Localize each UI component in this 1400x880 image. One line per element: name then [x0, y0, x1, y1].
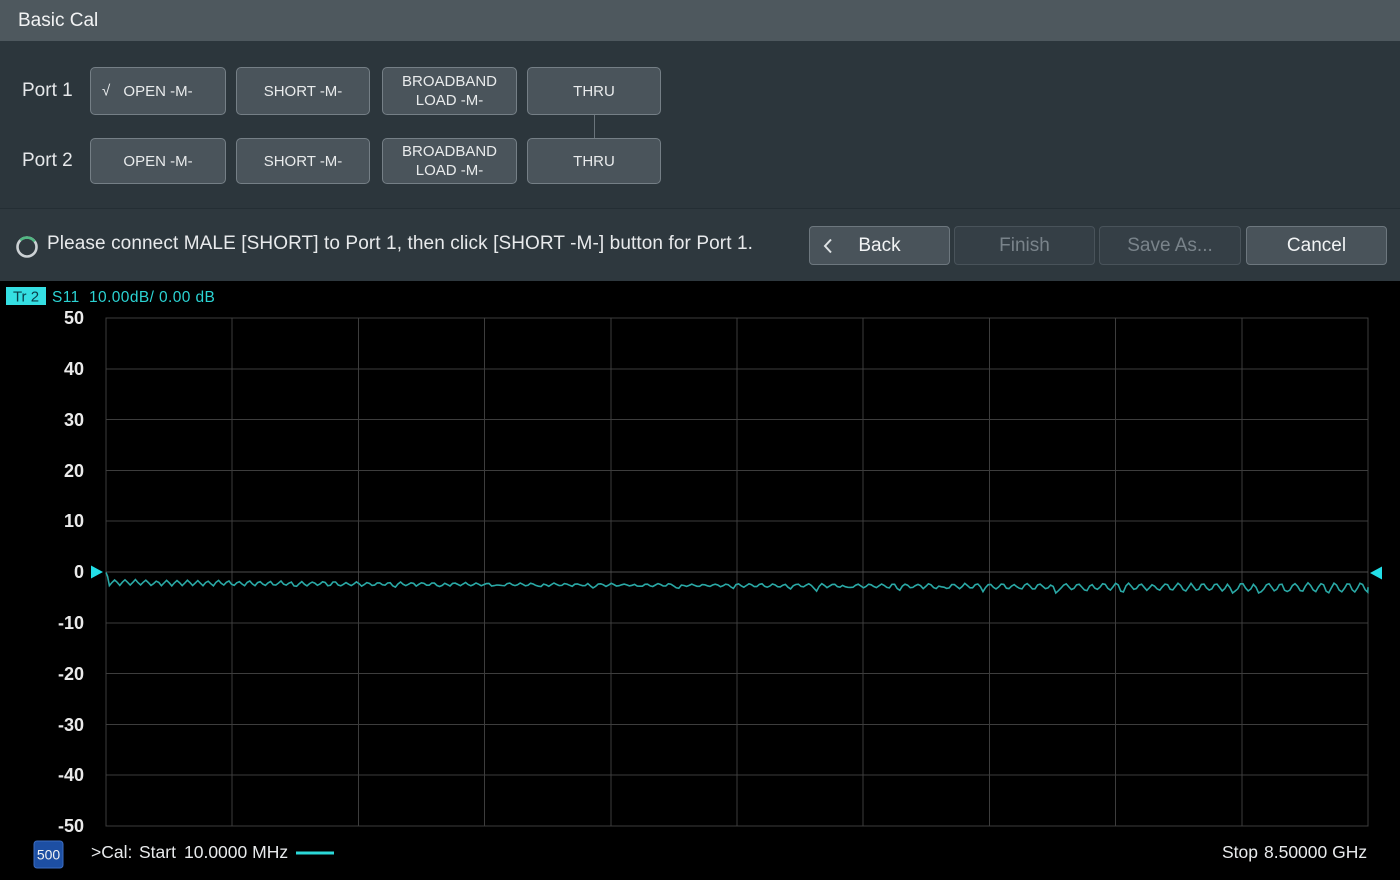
svg-text:50: 50 — [64, 308, 84, 328]
svg-text:20: 20 — [64, 461, 84, 481]
svg-text:-20: -20 — [58, 664, 84, 684]
svg-text:Tr 2: Tr 2 — [13, 289, 39, 306]
svg-text:40: 40 — [64, 359, 84, 379]
svg-text:0: 0 — [74, 562, 84, 582]
svg-text:10.0000 MHz: 10.0000 MHz — [184, 842, 288, 862]
svg-text:-30: -30 — [58, 715, 84, 735]
svg-text:10: 10 — [64, 511, 84, 531]
svg-text:Stop: Stop — [1222, 842, 1258, 862]
svg-text:-50: -50 — [58, 816, 84, 836]
svg-text:>Cal:: >Cal: — [91, 842, 132, 862]
svg-text:-40: -40 — [58, 765, 84, 785]
svg-text:-10: -10 — [58, 613, 84, 633]
svg-text:S11 10.00dB/ 0.00 dB: S11 10.00dB/ 0.00 dB — [52, 289, 215, 306]
svg-text:30: 30 — [64, 410, 84, 430]
svg-text:Start: Start — [139, 842, 176, 862]
svg-text:500: 500 — [37, 847, 61, 863]
svg-text:8.50000 GHz: 8.50000 GHz — [1264, 842, 1367, 862]
